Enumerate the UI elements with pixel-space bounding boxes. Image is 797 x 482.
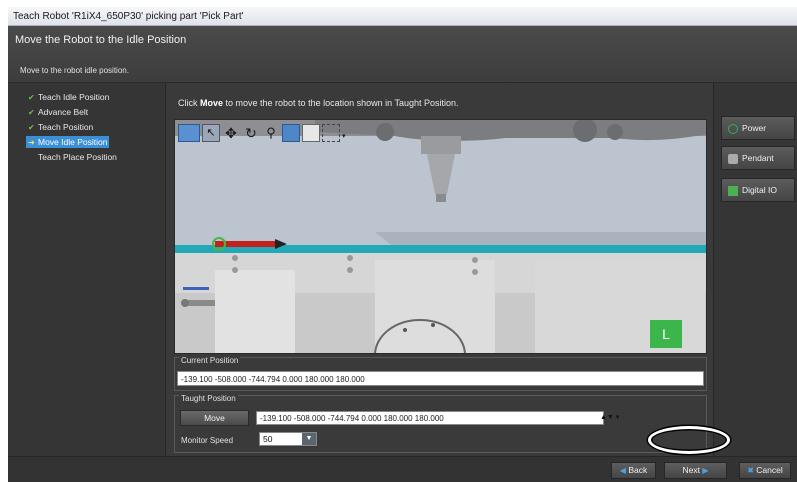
- power-label: Power: [742, 123, 767, 133]
- close-icon: ✖: [747, 466, 754, 476]
- select-pointer-icon[interactable]: ↖: [202, 124, 220, 142]
- scene-graphic: [175, 120, 706, 353]
- step-label: Teach Idle Position: [38, 92, 110, 102]
- scene-marker-label: L: [650, 320, 682, 348]
- check-icon: ✔: [28, 123, 35, 132]
- cancel-label: Cancel: [756, 465, 783, 475]
- window-title: Teach Robot 'R1iX4_650P30' picking part …: [8, 7, 797, 26]
- step-label: Move Idle Position: [38, 137, 108, 147]
- current-position-field[interactable]: -139.100 -508.000 -744.794 0.000 180.000…: [177, 371, 704, 386]
- instruction-bold: Move: [200, 98, 224, 108]
- rotate-icon[interactable]: ↻: [242, 124, 260, 142]
- current-position-group: Current Position -139.100 -508.000 -744.…: [174, 356, 707, 391]
- right-panel: Power Pendant Digital IO: [713, 83, 797, 456]
- step-label: Teach Position: [38, 122, 94, 132]
- power-button[interactable]: Power: [721, 116, 795, 140]
- digital-io-button[interactable]: Digital IO: [721, 178, 795, 202]
- step-item-teach-position[interactable]: ✔ Teach Position: [28, 121, 95, 133]
- next-label: Next: [682, 465, 700, 475]
- view-icon[interactable]: [178, 124, 200, 142]
- 3d-viewport[interactable]: L ↖ ✥ ↻ ⚲ ▾: [174, 119, 707, 354]
- footer-bar: ◀ Back Next ▶ ✖ Cancel: [8, 456, 797, 482]
- wizard-window: Move the Robot to the Idle Position Move…: [8, 26, 797, 482]
- zoom-icon[interactable]: ⚲: [262, 124, 280, 142]
- instruction-post: to move the robot to the location shown …: [223, 98, 459, 108]
- digital-io-icon: [728, 185, 738, 196]
- back-arrow-icon: ◀: [619, 466, 626, 476]
- wizard-header: Move the Robot to the Idle Position Move…: [8, 26, 797, 83]
- spin-dropdown-icon[interactable]: ▲▼ ▾: [600, 411, 620, 425]
- main-panel: Click Move to move the robot to the loca…: [167, 83, 713, 456]
- page-title: Move the Robot to the Idle Position: [15, 34, 187, 46]
- move-button[interactable]: Move: [180, 410, 249, 426]
- check-icon: ✔: [28, 93, 35, 102]
- pendant-label: Pendant: [742, 153, 774, 163]
- instruction-pre: Click: [178, 98, 200, 108]
- taught-position-group: Taught Position Move -139.100 -508.000 -…: [174, 394, 707, 453]
- document-icon[interactable]: [302, 124, 320, 142]
- cancel-button[interactable]: ✖ Cancel: [739, 462, 791, 479]
- page-subtitle: Move to the robot idle position.: [20, 66, 129, 75]
- taught-position-field[interactable]: -139.100 -508.000 -744.794 0.000 180.000…: [256, 411, 604, 425]
- monitor-speed-value: 50: [263, 434, 273, 444]
- back-label: Back: [628, 465, 648, 475]
- monitor-speed-select[interactable]: 50 ▼: [259, 432, 317, 446]
- arrow-right-icon: ➜: [28, 138, 35, 147]
- highlight-ring: [648, 426, 730, 454]
- step-item-advance-belt[interactable]: ✔ Advance Belt: [28, 106, 90, 118]
- steps-panel: ✔ Teach Idle Position ✔ Advance Belt ✔ Teac…: [8, 83, 166, 456]
- step-label: Teach Place Position: [38, 152, 117, 162]
- instruction-text: Click Move to move the robot to the loca…: [178, 98, 459, 108]
- next-arrow-icon: ▶: [702, 466, 709, 476]
- pan-icon[interactable]: ✥: [222, 124, 240, 142]
- step-item-teach-place-position[interactable]: Teach Place Position: [38, 151, 119, 163]
- power-icon: [728, 123, 738, 134]
- step-item-teach-idle-position[interactable]: ✔ Teach Idle Position: [28, 91, 111, 103]
- digital-io-label: Digital IO: [742, 185, 777, 195]
- current-position-label: Current Position: [179, 356, 241, 365]
- monitor-speed-label: Monitor Speed: [181, 436, 234, 445]
- step-label: Advance Belt: [38, 107, 89, 117]
- step-item-move-idle-position[interactable]: ➜ Move Idle Position: [26, 136, 110, 148]
- dropdown-arrow-icon[interactable]: ▾: [342, 124, 350, 142]
- pendant-icon: [728, 153, 738, 164]
- cube-icon[interactable]: [282, 124, 300, 142]
- check-icon: ✔: [28, 108, 35, 117]
- back-button[interactable]: ◀ Back: [611, 462, 656, 479]
- taught-position-label: Taught Position: [179, 394, 238, 403]
- viewport-toolbar: ↖ ✥ ↻ ⚲ ▾: [178, 122, 350, 144]
- frame-icon[interactable]: [322, 124, 340, 142]
- pendant-button[interactable]: Pendant: [721, 146, 795, 170]
- next-button[interactable]: Next ▶: [664, 462, 727, 479]
- chevron-down-icon[interactable]: ▼: [302, 433, 316, 445]
